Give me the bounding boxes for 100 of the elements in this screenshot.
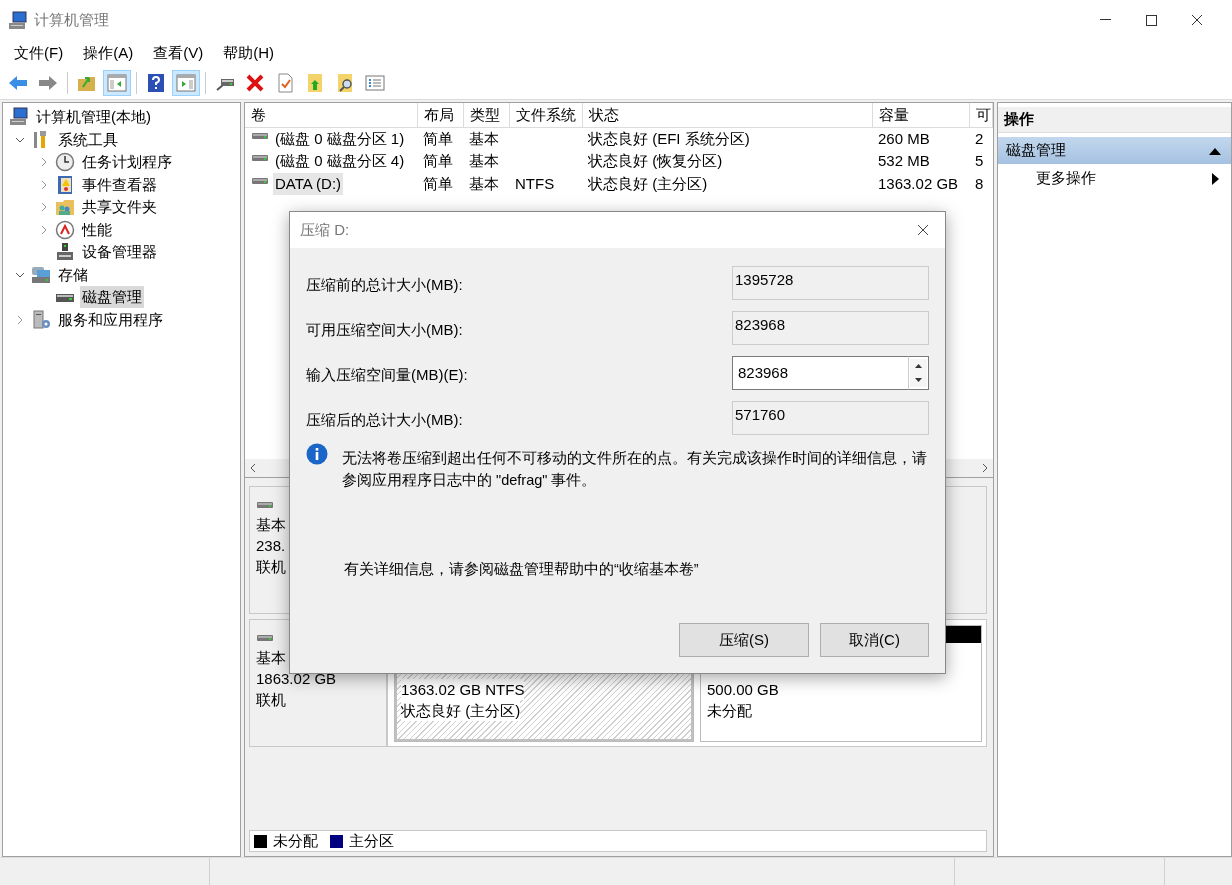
- window-title: 计算机管理: [34, 9, 110, 30]
- column-header[interactable]: 可: [969, 103, 992, 127]
- column-header[interactable]: 状态: [582, 103, 872, 127]
- menu-item[interactable]: 查看(V): [143, 41, 214, 65]
- spin-down-icon[interactable]: [915, 378, 922, 382]
- close-icon[interactable]: [1191, 14, 1203, 26]
- number-field[interactable]: 823968: [732, 356, 908, 390]
- dialog-title: 压缩 D:: [300, 219, 351, 240]
- field-label: 输入压缩空间量(MB)(E):: [306, 365, 468, 385]
- close-icon[interactable]: [917, 224, 929, 236]
- tree-item[interactable]: 设备管理器: [80, 241, 159, 264]
- table-cell: NTFS: [515, 174, 555, 192]
- disk-info: 基本: [256, 515, 286, 535]
- properties-icon: [275, 72, 295, 93]
- clock-icon: [55, 152, 75, 173]
- disk-info: 基本: [256, 648, 286, 668]
- tree-pane-icon: [107, 72, 127, 93]
- expand-chevron-icon[interactable]: [15, 135, 25, 144]
- delete-icon: [245, 72, 265, 93]
- expand-chevron-icon[interactable]: [15, 270, 25, 279]
- computer-icon: [9, 107, 29, 128]
- help-message: 有关详细信息，请参阅磁盘管理帮助中的“收缩基本卷”: [344, 560, 699, 579]
- pane-title: 操作: [998, 107, 1231, 133]
- readonly-field: 823968: [732, 311, 929, 345]
- tree-item[interactable]: 服务和应用程序: [56, 308, 165, 331]
- table-cell: 1363.02 GB: [878, 174, 959, 192]
- scroll-left-icon[interactable]: [249, 463, 257, 473]
- action-item[interactable]: 更多操作: [998, 164, 1231, 193]
- column-header[interactable]: 布局: [417, 103, 463, 127]
- help-icon: [146, 72, 166, 93]
- maximize-icon[interactable]: [1145, 14, 1157, 26]
- column-header[interactable]: 卷: [245, 103, 417, 127]
- action-section[interactable]: 磁盘管理: [998, 137, 1231, 164]
- collapse-chevron-icon[interactable]: [40, 202, 48, 213]
- disk-info: 联机: [256, 690, 286, 710]
- gauge-icon: [55, 219, 75, 240]
- field-label: 压缩后的总计大小(MB):: [306, 410, 463, 430]
- readonly-field: 571760: [732, 401, 929, 435]
- scroll-right-icon[interactable]: [981, 463, 989, 473]
- disk-info: 238.: [256, 536, 286, 556]
- table-cell: 2: [975, 129, 984, 147]
- info-icon: [306, 443, 328, 465]
- field-label: 可用压缩空间大小(MB):: [306, 320, 463, 340]
- table-cell: 状态良好 (主分区): [588, 174, 708, 192]
- tree-item[interactable]: 磁盘管理: [80, 286, 144, 309]
- table-cell: 简单: [423, 152, 453, 169]
- collapse-chevron-icon[interactable]: [16, 314, 24, 325]
- table-cell: 简单: [423, 129, 453, 147]
- volume-name[interactable]: DATA (D:): [273, 172, 344, 195]
- readonly-field: 1395728: [732, 266, 929, 300]
- partition-info: 未分配: [707, 700, 752, 721]
- legend-label: 未分配: [273, 830, 318, 851]
- tree-item[interactable]: 计算机管理(本地): [34, 106, 153, 129]
- tree-item[interactable]: 事件查看器: [80, 173, 159, 196]
- table-cell: 5: [975, 152, 984, 169]
- collapse-chevron-icon[interactable]: [40, 179, 48, 190]
- server-icon: [31, 309, 51, 330]
- computer-icon: [8, 10, 28, 31]
- column-header[interactable]: 文件系统: [509, 103, 582, 127]
- action-pane-icon: [176, 72, 196, 93]
- disk-info: 联机: [256, 557, 286, 577]
- collapse-chevron-icon[interactable]: [40, 224, 48, 235]
- collapse-icon[interactable]: [1209, 146, 1221, 155]
- tree-item[interactable]: 性能: [80, 218, 114, 241]
- menu-item[interactable]: 操作(A): [73, 41, 144, 65]
- device-icon: [55, 242, 75, 263]
- tree-item[interactable]: 任务计划程序: [80, 151, 174, 174]
- column-header[interactable]: 容量: [872, 103, 969, 127]
- table-cell: 状态良好 (恢复分区): [588, 152, 723, 169]
- legend-label: 主分区: [349, 830, 394, 851]
- partition-info: 1363.02 GB NTFS: [401, 679, 525, 700]
- disk-info: 1863.02 GB: [256, 669, 337, 689]
- spin-up-icon[interactable]: [915, 364, 922, 368]
- volume-name[interactable]: (磁盘 0 磁盘分区 1): [273, 127, 407, 150]
- export-icon: [305, 72, 325, 93]
- partition-info: 状态良好 (主分区): [401, 700, 521, 721]
- menu-item[interactable]: 文件(F): [4, 41, 74, 65]
- table-cell: 简单: [423, 174, 453, 192]
- table-cell: 基本: [469, 174, 499, 192]
- cancel-button[interactable]: 取消(C): [820, 623, 929, 657]
- column-header[interactable]: 类型: [463, 103, 509, 127]
- tree-item[interactable]: 存储: [56, 263, 90, 286]
- minimize-icon[interactable]: [1099, 19, 1111, 21]
- shared-folder-icon: [55, 197, 75, 218]
- menu-item[interactable]: 帮助(H): [213, 41, 284, 65]
- table-cell: 状态良好 (EFI 系统分区): [588, 129, 750, 147]
- volume-name[interactable]: (磁盘 0 磁盘分区 4): [273, 150, 407, 173]
- storage-icon: [31, 264, 51, 285]
- table-cell: 基本: [469, 129, 499, 147]
- table-cell: 260 MB: [878, 129, 930, 147]
- field-label: 压缩前的总计大小(MB):: [306, 275, 463, 295]
- list-icon: [365, 72, 385, 93]
- submenu-arrow-icon: [1212, 172, 1219, 185]
- shrink-button[interactable]: 压缩(S): [679, 623, 809, 657]
- table-cell: 基本: [469, 152, 499, 169]
- event-log-icon: [55, 174, 75, 195]
- search-icon: [335, 72, 355, 93]
- collapse-chevron-icon[interactable]: [40, 157, 48, 168]
- tree-item[interactable]: 共享文件夹: [80, 196, 159, 219]
- tree-item[interactable]: 系统工具: [56, 128, 120, 151]
